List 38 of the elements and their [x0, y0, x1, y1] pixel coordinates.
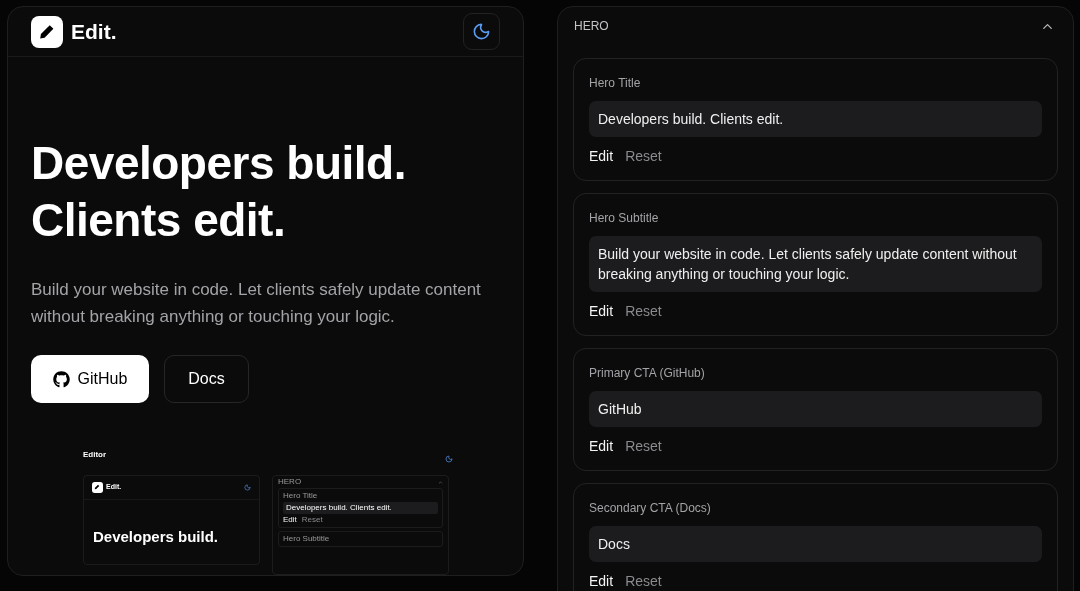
field-label: Hero Subtitle [589, 210, 660, 227]
docs-button[interactable]: Docs [164, 355, 249, 403]
hero-subtitle: Build your website in code. Let clients safely update content without breaking anything or touching your logic. [31, 279, 482, 328]
action-link[interactable]: Edit [589, 436, 614, 457]
brand-name: Edit. [71, 18, 117, 45]
section-title: HERO [574, 18, 609, 35]
moon-icon [472, 22, 491, 41]
action-link[interactable]: Edit [589, 146, 614, 167]
action-link[interactable]: Edit [589, 571, 614, 591]
hero-title: Developers build. [93, 527, 220, 547]
github-button[interactable]: GitHub [31, 355, 149, 403]
field-label: Hero Subtitle [283, 534, 331, 544]
hero-title: Developers build. Clients edit. [31, 136, 407, 248]
field-input[interactable]: GitHub [589, 391, 1042, 427]
moon-icon [244, 484, 251, 491]
section-title: HERO [278, 477, 302, 487]
github-icon [52, 370, 70, 388]
pencil-logo-icon [31, 15, 63, 48]
pencil-logo-icon [92, 482, 103, 493]
field-label: Primary CTA (GitHub) [589, 365, 706, 382]
preview-title: Editor [83, 449, 107, 461]
field-label: Secondary CTA (Docs) [589, 500, 712, 517]
action-link[interactable]: Edit [589, 301, 614, 322]
theme-toggle-button[interactable] [463, 13, 500, 50]
action-link[interactable]: Reset [625, 301, 662, 322]
field-input[interactable]: Developers build. Clients edit. [589, 101, 1042, 137]
action-link[interactable]: Reset [301, 515, 323, 525]
field-input[interactable]: Developers build. Clients edit. [283, 502, 438, 514]
chevron-up-icon [438, 479, 443, 485]
moon-icon [445, 455, 453, 463]
field-label: Hero Title [589, 75, 642, 92]
action-link[interactable]: Reset [625, 571, 662, 591]
field-label: Hero Title [283, 491, 319, 501]
action-link[interactable]: Reset [625, 146, 662, 167]
field-input[interactable]: Build your website in code. Let clients safely update content without breaking anything or touching your logic. [589, 236, 1042, 292]
field-input[interactable]: Docs [589, 526, 1042, 562]
action-link[interactable]: Edit [283, 515, 297, 525]
action-link[interactable]: Reset [625, 436, 662, 457]
